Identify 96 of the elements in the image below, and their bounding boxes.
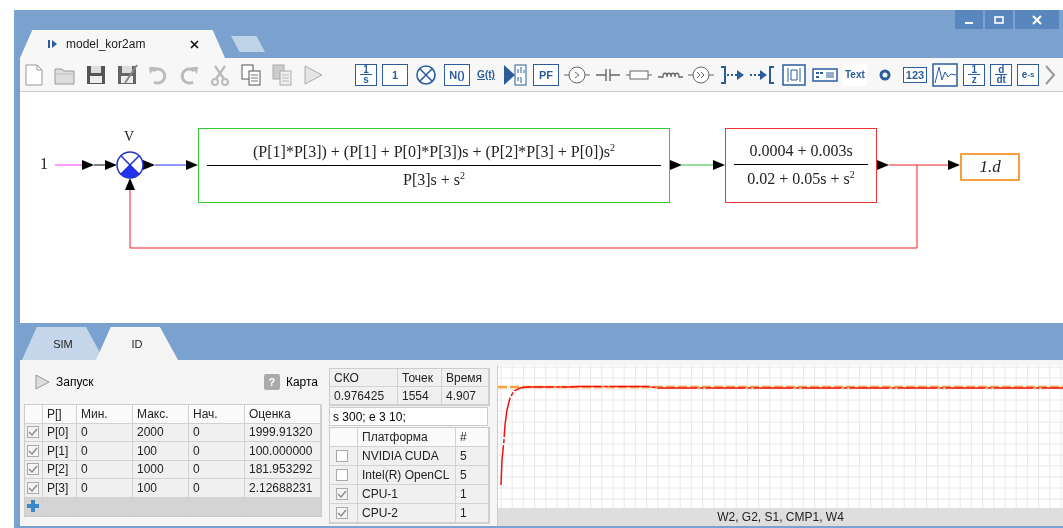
checkbox[interactable] (27, 444, 39, 457)
table-cell: 0 (189, 442, 245, 461)
checkbox[interactable] (27, 463, 39, 476)
checkbox[interactable] (336, 488, 348, 500)
column-header: Время (442, 369, 489, 387)
table-cell: P[2] (43, 460, 77, 479)
table-cell: 1 (456, 485, 489, 504)
column-header: СКО (330, 369, 398, 387)
scope-icon[interactable] (502, 62, 528, 87)
copy-icon[interactable] (239, 62, 263, 87)
table-cell: P[1] (43, 442, 77, 461)
add-row-icon[interactable] (27, 500, 39, 513)
output-block[interactable]: 1.d (960, 153, 1020, 181)
checkbox[interactable] (336, 469, 348, 481)
table-cell: 0 (77, 442, 133, 461)
table-cell: 0 (189, 460, 245, 479)
connector (54, 160, 117, 170)
legend-label: W2, G2, S1, CMP1, W4 (498, 508, 1063, 526)
numerator-text: (P[1]*P[3]) + (P[1] + P[0]*P[3])s + (P[2]*P[3] + P[0])s$^{2}$ (253, 140, 615, 163)
denominator-text: P[3]s + s$^{2}$ (403, 169, 465, 191)
column-header: Нач. (189, 405, 245, 424)
column-header: Мин. (77, 405, 133, 424)
table-cell: 1000 (133, 460, 189, 479)
table-cell: 5 (456, 447, 489, 466)
table-cell: 5 (456, 466, 489, 485)
panel-tab[interactable]: ID (96, 327, 178, 360)
table-cell: 181.953292 (245, 460, 321, 479)
sum-label: V (124, 129, 135, 145)
block-tool-button[interactable]: 1 s (355, 63, 377, 86)
play-icon (34, 374, 50, 390)
new-tab-button[interactable] (231, 36, 265, 52)
transfer-function-block[interactable]: 0.0004 + 0.003s 0.02 + 0.05s + s$^{2}$ (725, 128, 877, 203)
sum-block-icon[interactable] (413, 62, 439, 87)
wave-icon[interactable] (932, 62, 959, 87)
table-cell: 2.12688231 (245, 479, 321, 498)
column-header: Точек (398, 369, 442, 387)
table-cell: CPU-2 (358, 504, 456, 523)
table-cell: 0 (77, 479, 133, 498)
checkbox[interactable] (27, 481, 39, 494)
table-cell: 4.907 (442, 387, 489, 405)
minimize-button[interactable] (955, 10, 983, 29)
table-cell: 1 (456, 504, 489, 523)
map-button[interactable]: ? Карта (261, 372, 320, 392)
block-tool-button[interactable]: 1 (382, 63, 408, 86)
column-header: # (456, 428, 489, 447)
checkbox[interactable] (336, 450, 348, 462)
close-icon[interactable] (190, 39, 199, 49)
text-tool-button[interactable]: Text (843, 63, 867, 86)
maximize-button[interactable] (985, 10, 1013, 29)
transfer-function-block[interactable]: (P[1]*P[3]) + (P[1] + P[0]*P[3])s + (P[2]*P[3] + P[0])s$^{2}$ P[3]s + s$^{2}$ (198, 128, 670, 203)
table-cell: 100 (133, 479, 189, 498)
table-cell: CPU-1 (358, 485, 456, 504)
block-tool-button[interactable]: PF (533, 63, 559, 86)
sum-junction[interactable] (116, 151, 144, 179)
table-cell: 1554 (398, 387, 442, 405)
checkbox[interactable] (336, 507, 348, 519)
numerator-text: 0.0004 + 0.003s (749, 141, 853, 162)
block-tool-button[interactable]: G(t) (475, 63, 497, 86)
table-cell: NVIDIA CUDA (358, 447, 456, 466)
column-header: Оценка (245, 405, 321, 424)
display-tool-button[interactable]: 123 (902, 66, 928, 83)
block-tool-button[interactable]: 1 z (963, 63, 986, 86)
help-icon: ? (263, 374, 280, 390)
table-cell: P[0] (43, 423, 77, 442)
options-field[interactable]: s 300; e 3 10; (329, 407, 488, 426)
table-cell: 0 (77, 423, 133, 442)
column-header: P[] (43, 405, 77, 424)
transformer-icon[interactable] (781, 62, 807, 87)
table-cell: 0 (189, 479, 245, 498)
model-icon (48, 39, 58, 49)
document-tab[interactable]: model_kor2am (20, 30, 225, 58)
close-button[interactable] (1015, 10, 1059, 29)
run-icon[interactable] (301, 62, 325, 87)
run-button[interactable]: Запуск (32, 372, 96, 392)
close-icon (1032, 14, 1042, 25)
table-cell: P[3] (43, 479, 77, 498)
block-tool-button[interactable]: N() (444, 63, 470, 86)
table-cell: 0 (189, 423, 245, 442)
table-cell: 0.976425 (330, 387, 398, 405)
table-cell: Intel(R) OpenCL (358, 466, 456, 485)
input-value: 1 (40, 155, 48, 173)
block-tool-button[interactable]: d dt (990, 63, 1013, 86)
column-header: Платформа (358, 428, 456, 447)
table-cell: 0 (77, 460, 133, 479)
minimize-icon (965, 21, 973, 24)
checkbox[interactable] (27, 426, 39, 439)
denominator-text: 0.02 + 0.05s + s$^{2}$ (747, 168, 855, 190)
paste-icon[interactable] (270, 62, 294, 87)
table-cell: 1999.91320 (245, 423, 321, 442)
new-file-icon[interactable] (22, 62, 46, 87)
table-cell: 2000 (133, 423, 189, 442)
table-cell: 100.000000 (245, 442, 321, 461)
maximize-icon (994, 14, 1004, 25)
table-cell: 100 (133, 442, 189, 461)
save-as-icon[interactable] (115, 62, 139, 87)
column-header: Макс. (133, 405, 189, 424)
